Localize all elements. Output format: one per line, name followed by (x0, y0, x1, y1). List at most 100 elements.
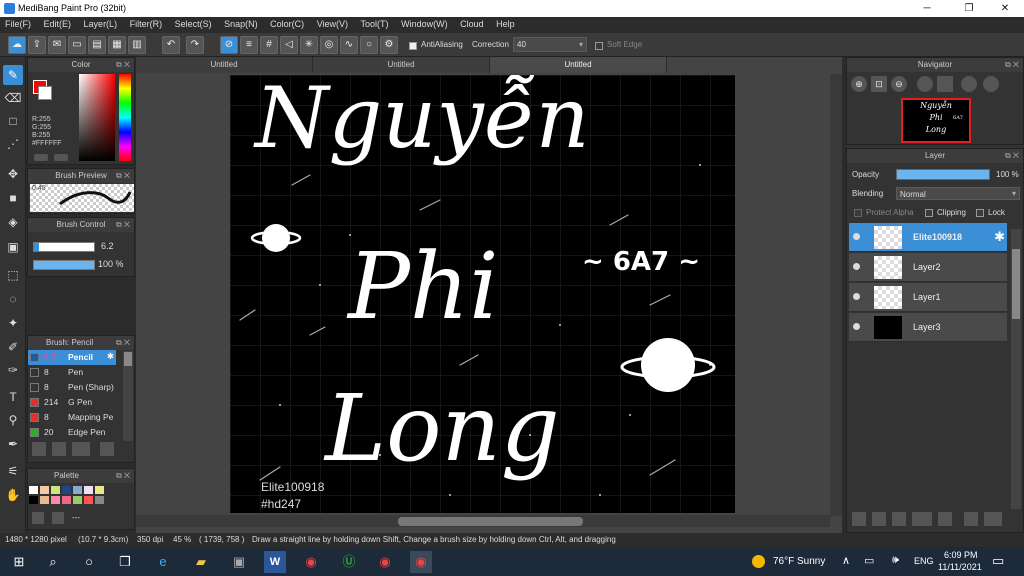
clock-time[interactable]: 6:09 PM (944, 550, 978, 560)
brush-item-pen[interactable]: 8 Pen (28, 365, 116, 380)
palette-add-icon[interactable] (32, 512, 44, 524)
clock-date[interactable]: 11/11/2021 (938, 562, 982, 572)
comment-icon[interactable]: ✉ (48, 36, 66, 54)
palette-swatch[interactable] (84, 496, 93, 504)
tab-untitled-2[interactable]: Untitled (313, 57, 490, 73)
brush-menu-icon[interactable] (72, 442, 90, 456)
gear-icon[interactable]: ✱ (107, 351, 114, 362)
panel-expand-icon[interactable]: ⧉ ✕ (116, 336, 130, 350)
menu-file[interactable]: File(F) (0, 17, 36, 31)
snap-settings-icon[interactable]: ⚙ (380, 36, 398, 54)
eye-icon[interactable] (853, 293, 860, 300)
weather-text[interactable]: 76°F Sunny (773, 556, 825, 567)
undo-button[interactable]: ↶ (162, 36, 180, 54)
bucket-tool-icon[interactable]: ◈ (3, 212, 23, 232)
layer-row-layer1[interactable]: Layer1 (849, 283, 1007, 312)
brush-item-pencil[interactable]: 6.2 Pencil ✱ (28, 350, 116, 365)
menu-select[interactable]: Select(S) (170, 17, 217, 31)
maximize-button[interactable]: ❐ (954, 0, 984, 17)
lock-checkbox[interactable] (976, 209, 984, 217)
language-indicator[interactable]: ENG (914, 556, 934, 566)
clipping-checkbox[interactable] (925, 209, 933, 217)
select-pen-tool-icon[interactable]: ✐ (3, 337, 23, 357)
fit-icon[interactable]: ⊡ (871, 76, 887, 92)
rotate-left-icon[interactable] (917, 76, 933, 92)
brush-add-icon[interactable] (32, 442, 46, 456)
tab-untitled-1[interactable]: Untitled (136, 57, 313, 73)
tab-untitled-3[interactable]: Untitled (490, 57, 667, 73)
new-layer-icon[interactable] (852, 512, 866, 526)
palette-swatch[interactable] (29, 486, 38, 494)
folder-icon[interactable] (938, 512, 952, 526)
brush-size-slider[interactable] (33, 242, 95, 252)
brush-list-scrollbar[interactable] (123, 351, 133, 441)
eraser-tool-icon[interactable]: ⌫ (3, 88, 23, 108)
hue-slider[interactable] (119, 74, 131, 161)
panels-icon[interactable]: ▥ (128, 36, 146, 54)
menu-cloud[interactable]: Cloud (455, 17, 489, 31)
lasso-tool-icon[interactable]: ◌ (3, 289, 23, 309)
hand-tool-icon[interactable]: ✋ (3, 485, 23, 505)
menu-layer[interactable]: Layer(L) (79, 17, 123, 31)
reset-view-icon[interactable] (937, 76, 953, 92)
redo-button[interactable]: ↷ (186, 36, 204, 54)
palette-swatch[interactable] (84, 486, 93, 494)
magic-wand-tool-icon[interactable]: ✦ (3, 313, 23, 333)
dropper-tool-icon[interactable]: ✒ (3, 434, 23, 454)
rotate-reset-icon[interactable] (961, 76, 977, 92)
layer-row-elite100918[interactable]: Elite100918 ✱ (849, 223, 1007, 252)
color-add-button[interactable] (34, 154, 48, 161)
panel-expand-icon[interactable]: ⧉ ✕ (116, 469, 130, 483)
select-eraser-tool-icon[interactable]: ✑ (3, 360, 23, 380)
new-halftone-layer-icon[interactable] (872, 512, 886, 526)
duplicate-layer-icon[interactable] (964, 512, 978, 526)
store-icon[interactable]: ▣ (228, 551, 250, 573)
move-tool-icon[interactable]: ✥ (3, 164, 23, 184)
blending-select[interactable]: Normal ▾ (896, 187, 1020, 200)
circle-snap-icon[interactable]: ◎ (320, 36, 338, 54)
brush-tool-icon[interactable]: ✎ (3, 65, 23, 85)
palette-swatch[interactable] (95, 496, 104, 504)
curve-snap-icon[interactable]: ∿ (340, 36, 358, 54)
panel-expand-icon[interactable]: ⧉ ✕ (1005, 149, 1019, 163)
operation-tool-icon[interactable]: ⚲ (3, 410, 23, 430)
cross-snap-icon[interactable]: # (260, 36, 278, 54)
grid-icon[interactable]: ▦ (108, 36, 126, 54)
palette-swatch[interactable] (40, 496, 49, 504)
brush-item-g-pen[interactable]: 214 G Pen (28, 395, 116, 410)
chrome-icon[interactable]: ◉ (300, 551, 322, 573)
unikey-icon[interactable]: Ⓤ (338, 551, 360, 573)
file-explorer-icon[interactable]: ▰ (190, 551, 212, 573)
volume-icon[interactable]: 🕪 (892, 554, 899, 567)
word-icon[interactable]: W (264, 551, 286, 573)
palette-swatch[interactable] (73, 486, 82, 494)
panel-expand-icon[interactable]: ⧉ ✕ (116, 169, 130, 183)
protect-alpha-checkbox[interactable] (854, 209, 862, 217)
close-button[interactable]: ✕ (990, 0, 1020, 17)
layer-list-scrollbar[interactable] (1011, 229, 1021, 509)
menu-help[interactable]: Help (491, 17, 520, 31)
palette-swatch[interactable] (51, 496, 60, 504)
drawing-canvas[interactable]: Nguyễn Phi Long ~ 6A7 ~ Elite100918 #hd2… (230, 75, 735, 513)
brush-opacity-slider[interactable] (33, 260, 95, 270)
background-color-swatch[interactable] (38, 86, 52, 100)
color-remove-button[interactable] (54, 154, 68, 161)
search-icon[interactable]: ⌕ (42, 551, 64, 573)
panel-expand-icon[interactable]: ⧉ ✕ (116, 218, 130, 232)
soft-edge-checkbox[interactable] (595, 42, 603, 50)
eyedropper-tool-icon[interactable]: ⚟ (3, 461, 23, 481)
parallel-snap-icon[interactable]: ≡ (240, 36, 258, 54)
palette-swatch[interactable] (62, 496, 71, 504)
menu-filter[interactable]: Filter(R) (125, 17, 168, 31)
notification-icon[interactable]: ▭ (992, 553, 1004, 569)
menu-snap[interactable]: Snap(N) (219, 17, 263, 31)
gear-icon[interactable]: ✱ (994, 229, 1005, 245)
menu-window[interactable]: Window(W) (396, 17, 453, 31)
panel-expand-icon[interactable]: ⧉ ✕ (116, 58, 130, 72)
saturation-value-picker[interactable] (79, 74, 115, 161)
menu-edit[interactable]: Edit(E) (39, 17, 77, 31)
menu-view[interactable]: View(V) (312, 17, 353, 31)
brush-item-pen-sharp[interactable]: 8 Pen (Sharp) (28, 380, 116, 395)
gradient-tool-icon[interactable]: ▣ (3, 237, 23, 257)
layer-row-layer3[interactable]: Layer3 (849, 313, 1007, 342)
